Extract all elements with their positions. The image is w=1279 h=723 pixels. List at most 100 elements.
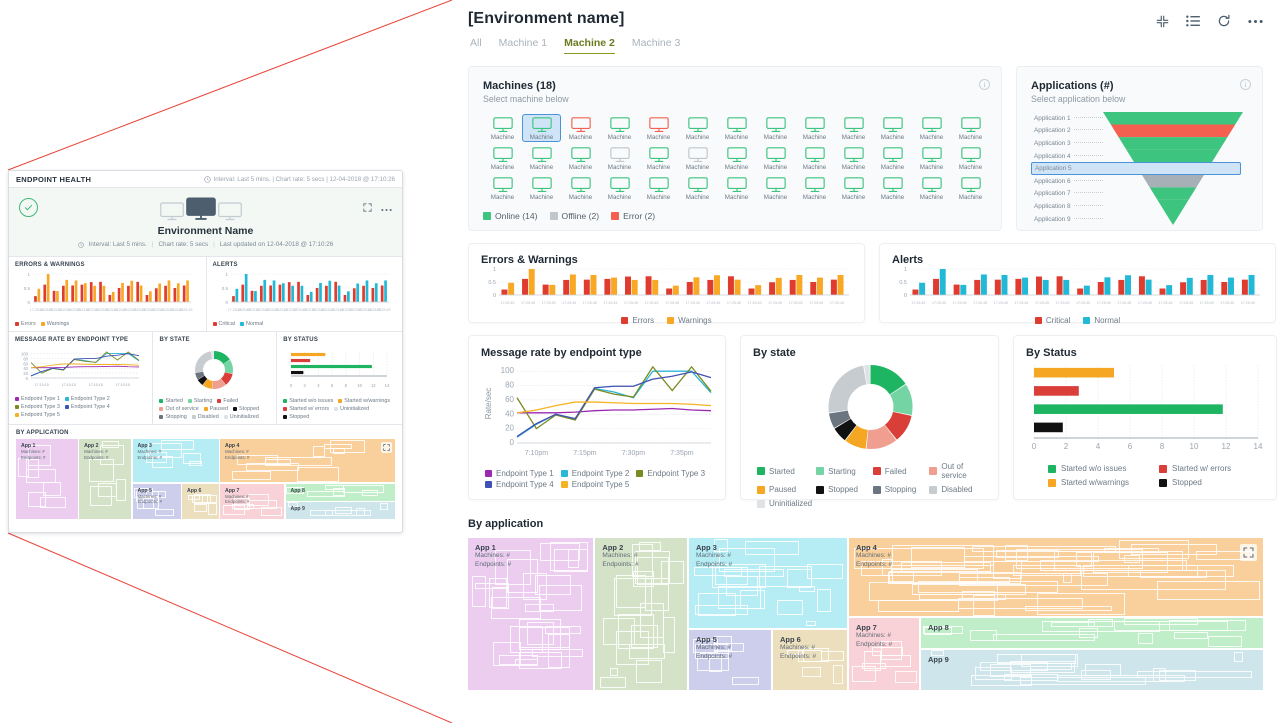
machine-tile[interactable]: Machine — [834, 174, 873, 202]
funnel-label-6[interactable]: Application 6 — [1031, 175, 1103, 188]
machine-tile[interactable]: Machine — [951, 114, 990, 142]
treemap-tile[interactable]: App 1 Machines: # Endpoints: # — [16, 439, 78, 519]
machine-tile[interactable]: Machine — [951, 174, 990, 202]
info-icon[interactable]: i — [1240, 79, 1251, 90]
machine-tile[interactable]: Machine — [561, 174, 600, 202]
legend-item: Endpoint Type 5 — [560, 480, 629, 489]
treemap-tile[interactable]: App 2 Machines: # Endpoints: # — [79, 439, 131, 519]
machine-tile[interactable]: Machine — [795, 114, 834, 142]
machine-tile[interactable]: Machine — [834, 144, 873, 172]
svg-text:17:25:45: 17:25:45 — [583, 301, 597, 305]
machine-tile[interactable]: Machine — [795, 144, 834, 172]
machine-tile[interactable]: Machine — [678, 174, 717, 202]
svg-text:8: 8 — [1160, 442, 1165, 451]
machine-tile[interactable]: Machine — [912, 144, 951, 172]
check-circle-icon — [19, 198, 38, 217]
funnel-label-7[interactable]: Application 7 — [1031, 188, 1103, 201]
treemap-tile[interactable]: App 8 — [285, 483, 395, 501]
funnel-label-1[interactable]: Application 1 — [1031, 112, 1103, 125]
treemap-tile[interactable]: App 1 Machines: # Endpoints: # — [468, 538, 594, 690]
machine-tile[interactable]: Machine — [873, 114, 912, 142]
expand-icon[interactable] — [381, 442, 392, 453]
funnel-label-8[interactable]: Application 8 — [1031, 200, 1103, 213]
machine-tile[interactable]: Machine — [561, 114, 600, 142]
machine-tile[interactable]: Machine — [522, 174, 561, 202]
machine-tile[interactable]: Machine — [834, 114, 873, 142]
treemap-tile[interactable]: App 8 — [921, 618, 1263, 648]
treemap-tile-name: App 1 — [475, 543, 496, 552]
info-icon[interactable]: i — [979, 79, 990, 90]
machine-tile[interactable]: Machine — [951, 144, 990, 172]
svg-text:60: 60 — [505, 395, 514, 404]
collapse-icon[interactable] — [1156, 15, 1169, 28]
legend-swatch — [636, 470, 644, 477]
machine-tile[interactable]: Machine — [483, 114, 522, 142]
svg-text:0: 0 — [225, 300, 228, 305]
by-state-donut — [828, 365, 913, 449]
funnel-label-4[interactable]: Application 4 — [1031, 150, 1103, 163]
machine-tile[interactable]: Machine — [873, 144, 912, 172]
treemap-tile[interactable]: App 4 Machines: # Endpoints: # — [220, 439, 395, 482]
more-options-icon[interactable] — [1248, 19, 1263, 24]
funnel-label-5[interactable]: Application 5 — [1031, 162, 1241, 175]
machine-tile[interactable]: Machine — [795, 174, 834, 202]
machine-tile[interactable]: Machine — [639, 144, 678, 172]
machine-tile[interactable]: Machine — [756, 174, 795, 202]
machine-tile[interactable]: Machine — [483, 174, 522, 202]
treemap-tile[interactable]: App 7 Machines: # Endpoints: # — [220, 483, 284, 519]
treemap-tile[interactable]: App 3 Machines: # Endpoints: # — [132, 439, 219, 482]
funnel-label-2[interactable]: Application 2 — [1031, 125, 1103, 138]
machine-tile[interactable]: Machine — [717, 114, 756, 142]
legend-label: Disabled — [197, 414, 219, 420]
machine-tile[interactable]: Machine — [600, 144, 639, 172]
legend-label: Started w/o issues — [1061, 464, 1127, 473]
treemap-tile[interactable]: App 9 — [921, 650, 1263, 690]
machine-tile[interactable]: Machine — [756, 114, 795, 142]
machine-tile[interactable]: Machine — [561, 144, 600, 172]
machine-tile[interactable]: Machine — [873, 174, 912, 202]
treemap-tile[interactable]: App 2 Machines: # Endpoints: # — [595, 538, 687, 690]
treemap-tile[interactable]: App 5 Machines: # Endpoints: # — [689, 630, 771, 690]
funnel-label-9[interactable]: Application 9 — [1031, 213, 1103, 226]
errors-warnings-card: Errors & Warnings 0 0.5 1 17:25:45 17:25:45 1… — [468, 243, 865, 325]
treemap-tile[interactable]: App 6 — [182, 483, 219, 519]
svg-text:100: 100 — [501, 366, 515, 375]
machine-tile[interactable]: Machine — [756, 144, 795, 172]
more-options-icon[interactable] — [381, 199, 392, 217]
tab-machine-1[interactable]: Machine 1 — [499, 37, 547, 54]
treemap-tile[interactable]: App 5 Machines: # Endpoints: # — [132, 483, 181, 519]
dashboard-row-2: Errors & Warnings 0 0.5 1 17:25:45 17:25:45 1… — [452, 243, 1279, 325]
machine-tile[interactable]: Machine — [639, 114, 678, 142]
funnel-label-3[interactable]: Application 3 — [1031, 137, 1103, 150]
machine-tile[interactable]: Machine — [483, 144, 522, 172]
svg-text:0: 0 — [27, 300, 30, 305]
treemap-tile[interactable]: App 7 Machines: # Endpoints: # — [849, 618, 919, 690]
expand-icon[interactable] — [363, 199, 372, 217]
machine-tile[interactable]: Machine — [522, 114, 561, 142]
legend-item: Endpoint Type 2 — [560, 469, 629, 478]
tab-machine-2[interactable]: Machine 2 — [564, 37, 615, 54]
machine-tile[interactable]: Machine — [912, 174, 951, 202]
machine-tile[interactable]: Machine — [717, 174, 756, 202]
machine-tile[interactable]: Machine — [678, 114, 717, 142]
tab-machine-3[interactable]: Machine 3 — [632, 37, 680, 54]
svg-text:0.5: 0.5 — [24, 286, 31, 291]
machine-tile[interactable]: Machine — [912, 114, 951, 142]
machine-tile[interactable]: Machine — [639, 174, 678, 202]
machine-tile[interactable]: Machine — [522, 144, 561, 172]
treemap-tile[interactable]: App 3 Machines: # Endpoints: # — [689, 538, 847, 628]
expand-icon[interactable] — [1240, 544, 1257, 561]
machine-tile[interactable]: Machine — [600, 114, 639, 142]
svg-text:17:25:45: 17:25:45 — [789, 301, 803, 305]
machine-tile[interactable]: Machine — [717, 144, 756, 172]
treemap-tile[interactable]: App 4 Machines: # Endpoints: # — [849, 538, 1263, 616]
treemap-tile[interactable]: App 9 — [285, 502, 395, 519]
treemap-tile[interactable]: App 6 Machines: # Endpoints: # — [773, 630, 847, 690]
machine-tile[interactable]: Machine — [600, 174, 639, 202]
refresh-icon[interactable] — [1217, 14, 1231, 28]
legend-swatch — [187, 399, 192, 403]
machine-tile[interactable]: Machine — [678, 144, 717, 172]
by-status-chart: 0 2 4 6 8 10 12 14 — [1032, 365, 1263, 451]
list-view-icon[interactable] — [1186, 15, 1200, 27]
tab-all[interactable]: All — [470, 37, 482, 54]
